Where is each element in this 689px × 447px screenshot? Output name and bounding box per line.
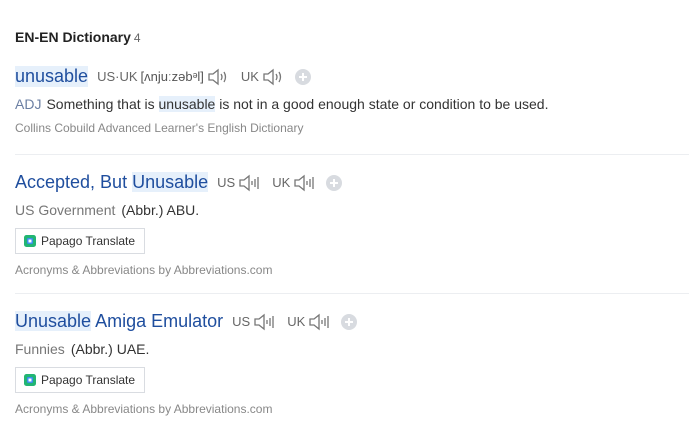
part-of-speech: ADJ xyxy=(15,96,42,112)
divider xyxy=(15,293,689,294)
pron-region-label: US·UK xyxy=(97,69,138,84)
headword-link[interactable]: Accepted, But Unusable xyxy=(15,172,209,193)
source-label: Acronyms & Abbreviations by Abbreviation… xyxy=(15,263,273,277)
us-label: US xyxy=(232,314,251,329)
uk-label: UK xyxy=(287,314,306,329)
uk-label: UK xyxy=(240,69,259,84)
headword-text: Accepted, But xyxy=(15,172,128,192)
definition-text-before: Something that is xyxy=(46,96,155,112)
definition: ADJ Something that is unusable is not in … xyxy=(15,96,689,112)
abbreviation: (Abbr.) ABU. xyxy=(121,202,200,218)
pronunciation: US UK xyxy=(217,174,317,192)
dictionary-entry: Accepted, But Unusable US UK US Governme… xyxy=(15,172,689,277)
abbreviation: (Abbr.) UAE. xyxy=(70,341,150,357)
divider xyxy=(15,154,689,155)
add-to-wordbook-button[interactable] xyxy=(294,68,311,85)
definition-highlight: unusable xyxy=(158,96,216,112)
category-label: Funnies xyxy=(15,341,65,357)
papago-label: Papago Translate xyxy=(41,234,136,248)
headword-link[interactable]: Unusable Amiga Emulator xyxy=(15,311,223,332)
headword-text: Amiga Emulator xyxy=(95,311,224,331)
papago-icon xyxy=(24,235,36,247)
section-title: EN-EN Dictionary 4 xyxy=(15,29,141,45)
add-to-wordbook-button[interactable] xyxy=(326,174,343,191)
headword-row: Accepted, But Unusable US UK xyxy=(15,172,689,193)
category-label: US Government xyxy=(15,202,116,218)
speaker-icon[interactable] xyxy=(253,313,277,331)
headword-row: Unusable Amiga Emulator US UK xyxy=(15,311,689,332)
headword-link[interactable]: unusable xyxy=(15,66,89,87)
speaker-icon[interactable] xyxy=(238,174,262,192)
definition: US Government (Abbr.) ABU. xyxy=(15,202,689,218)
definition: Funnies (Abbr.) UAE. xyxy=(15,341,689,357)
pronunciation: US·UK [ʌnjuːzəbᵊl] UK xyxy=(97,68,286,86)
headword-highlight: Unusable xyxy=(132,172,209,192)
dictionary-entry: Unusable Amiga Emulator US UK Funnies (Ab… xyxy=(15,311,689,416)
source-label: Acronyms & Abbreviations by Abbreviation… xyxy=(15,402,273,416)
headword-highlight: Unusable xyxy=(15,311,92,331)
ipa-text: [ʌnjuːzəbᵊl] xyxy=(140,69,204,84)
speaker-icon[interactable] xyxy=(207,68,231,86)
dictionary-entry: unusable US·UK [ʌnjuːzəbᵊl] UK ADJ Someth… xyxy=(15,66,689,135)
definition-text-after: is not in a good enough state or conditi… xyxy=(219,96,549,112)
add-to-wordbook-button[interactable] xyxy=(341,313,358,330)
papago-translate-button[interactable]: Papago Translate xyxy=(15,228,146,254)
source-label: Collins Cobuild Advanced Learner's Engli… xyxy=(15,121,304,135)
uk-label: UK xyxy=(272,175,291,190)
speaker-icon[interactable] xyxy=(308,313,332,331)
headword-row: unusable US·UK [ʌnjuːzəbᵊl] UK xyxy=(15,66,689,87)
papago-translate-button[interactable]: Papago Translate xyxy=(15,367,146,393)
speaker-icon[interactable] xyxy=(262,68,286,86)
result-count: 4 xyxy=(133,31,141,45)
speaker-icon[interactable] xyxy=(293,174,317,192)
section-title-text: EN-EN Dictionary xyxy=(15,29,131,45)
papago-icon xyxy=(24,374,36,386)
papago-label: Papago Translate xyxy=(41,373,136,387)
pronunciation: US UK xyxy=(232,313,332,331)
us-label: US xyxy=(217,175,236,190)
